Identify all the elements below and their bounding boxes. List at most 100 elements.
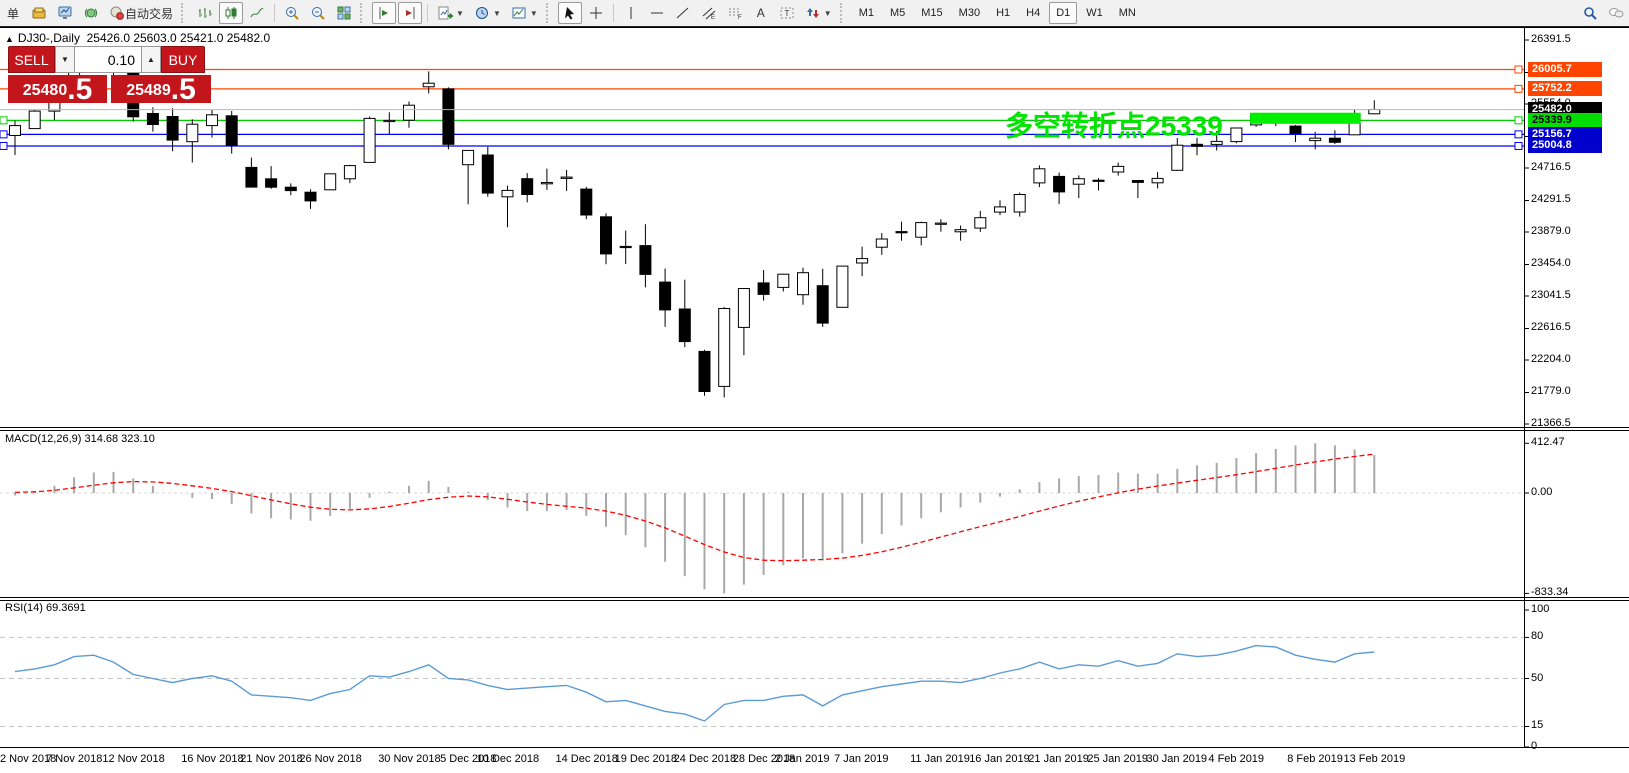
tile-windows-button[interactable] [332, 2, 356, 24]
sell-price-int: 25480 [23, 79, 68, 103]
buy-price-frac: .5 [171, 76, 196, 103]
time-axis-label: 25 Jan 2019 [1087, 753, 1148, 765]
arrows-dropdown-icon[interactable]: ▼ [824, 9, 832, 18]
search-icon [1582, 5, 1598, 21]
channel-button[interactable]: E [697, 2, 721, 24]
fibonacci-icon: F [727, 5, 743, 21]
tf-h1-button[interactable]: H1 [989, 2, 1017, 24]
time-axis-label: 16 Nov 2018 [181, 753, 243, 765]
tf-d1-button-label: D1 [1056, 7, 1070, 19]
line-chart-button[interactable] [245, 2, 269, 24]
bar-chart-button[interactable] [193, 2, 217, 24]
chart-window[interactable]: 多空转折点25339 ▲DJ30-,Daily 25426.0 25603.0 … [0, 27, 1629, 773]
zoom-in-icon [284, 5, 300, 21]
toolbar-grip [181, 3, 187, 23]
signals-icon [83, 5, 99, 21]
volume-down-button[interactable]: ▼ [55, 46, 75, 73]
zoom-in-button[interactable] [280, 2, 304, 24]
trendline-button[interactable] [671, 2, 695, 24]
tf-h1-button-label: H1 [996, 7, 1010, 19]
chart-shift-button[interactable] [398, 2, 422, 24]
text-button[interactable]: A [749, 2, 773, 24]
tf-m30-button[interactable]: M30 [952, 2, 987, 24]
autotrading-button-label: 自动交易 [125, 5, 173, 22]
chart-canvas[interactable]: 多空转折点25339 [0, 27, 1629, 773]
search-button[interactable] [1578, 2, 1602, 24]
mt4-window: 单 自动交易 ▼ ▼ ▼ E FAT ▼ M1 M5 M15 M30 H1 H4 D1 W1MN 多空转折点2… [0, 0, 1629, 773]
candlestick-chart-button[interactable] [219, 2, 243, 24]
highlight-rectangle-object[interactable] [1250, 113, 1361, 124]
price-axis-tick: 24291.5 [1531, 193, 1571, 205]
tf-w1-button[interactable]: W1 [1079, 2, 1110, 24]
templates-dropdown-icon[interactable]: ▼ [530, 9, 538, 18]
chat-button[interactable] [1604, 2, 1628, 24]
tf-h4-button[interactable]: H4 [1019, 2, 1047, 24]
crosshair-button[interactable] [584, 2, 608, 24]
vertical-line-button[interactable] [619, 2, 643, 24]
editor-icon [31, 5, 47, 21]
time-axis-label: 24 Dec 2018 [674, 753, 736, 765]
sell-price-display[interactable]: 25480.5 [8, 75, 107, 103]
rsi-axis-tick: 100 [1531, 603, 1549, 615]
autotrading-button[interactable]: 自动交易 [105, 2, 177, 24]
horizontal-line-button[interactable] [645, 2, 669, 24]
chart-symbol-period: DJ30-,Daily [18, 31, 80, 45]
price-level-badge: 25752.2 [1528, 81, 1602, 96]
price-axis-tick: 23041.5 [1531, 289, 1571, 301]
rsi-line [15, 646, 1374, 721]
indicators-dropdown-icon[interactable]: ▼ [456, 9, 464, 18]
time-axis-label: 26 Nov 2018 [299, 753, 361, 765]
sell-button[interactable]: SELL [8, 46, 55, 73]
zoom-out-button[interactable] [306, 2, 330, 24]
time-axis-label: 4 Feb 2019 [1208, 753, 1264, 765]
tf-m15-button[interactable]: M15 [914, 2, 949, 24]
time-axis-label: 21 Jan 2019 [1028, 753, 1089, 765]
chart-shift-icon [402, 5, 418, 21]
periods-button[interactable]: ▼ [470, 2, 505, 24]
cursor-button[interactable] [558, 2, 582, 24]
tf-m5-button-label: M5 [890, 7, 905, 19]
rsi-axis-tick: 50 [1531, 672, 1543, 684]
auto-scroll-button[interactable] [372, 2, 396, 24]
line-chart-icon [249, 5, 265, 21]
buy-price-display[interactable]: 25489.5 [111, 75, 211, 103]
text-button-label: A [757, 6, 765, 20]
time-axis-label: 21 Nov 2018 [240, 753, 302, 765]
tf-mn-button[interactable]: MN [1112, 2, 1143, 24]
templates-button[interactable]: ▼ [507, 2, 542, 24]
crosshair-icon [588, 5, 604, 21]
tf-m1-button[interactable]: M1 [852, 2, 881, 24]
new-order-button-label: 单 [7, 5, 19, 22]
auto-scroll-icon [376, 5, 392, 21]
panel-collapse-icon[interactable]: ▲ [5, 34, 14, 44]
price-axis-tick: 24716.5 [1531, 161, 1571, 173]
indicators-button[interactable]: ▼ [433, 2, 468, 24]
signals-button[interactable] [79, 2, 103, 24]
editor-button[interactable] [27, 2, 51, 24]
tf-d1-button[interactable]: D1 [1049, 2, 1077, 24]
arrows-button[interactable]: ▼ [801, 2, 836, 24]
price-axis-tick: 23879.0 [1531, 225, 1571, 237]
time-axis-label: 7 Nov 2018 [46, 753, 102, 765]
tf-m30-button-label: M30 [959, 7, 980, 19]
chart-annotation-text[interactable]: 多空转折点25339 [1005, 110, 1223, 142]
toolbar-separator [613, 4, 614, 22]
candlesticks[interactable] [10, 49, 1380, 398]
main-toolbar: 单 自动交易 ▼ ▼ ▼ E FAT ▼ M1 M5 M15 M30 H1 H4 D1 W1MN [0, 0, 1629, 27]
chart-title: ▲DJ30-,Daily 25426.0 25603.0 25421.0 254… [5, 31, 270, 45]
new-order-button[interactable]: 单 [1, 2, 25, 24]
svg-text:E: E [711, 15, 715, 21]
periods-dropdown-icon[interactable]: ▼ [493, 9, 501, 18]
volume-input[interactable]: 0.10 [75, 46, 141, 73]
price-axis-tick: 22204.0 [1531, 353, 1571, 365]
time-axis-label: 14 Dec 2018 [556, 753, 618, 765]
buy-button[interactable]: BUY [161, 46, 205, 73]
label-button[interactable]: T [775, 2, 799, 24]
horizontal-line-icon [649, 5, 665, 21]
fibonacci-button[interactable]: F [723, 2, 747, 24]
time-axis-label: 7 Jan 2019 [834, 753, 888, 765]
toolbar-separator [274, 4, 275, 22]
terminal-button[interactable] [53, 2, 77, 24]
volume-up-button[interactable]: ▲ [141, 46, 161, 73]
tf-m5-button[interactable]: M5 [883, 2, 912, 24]
